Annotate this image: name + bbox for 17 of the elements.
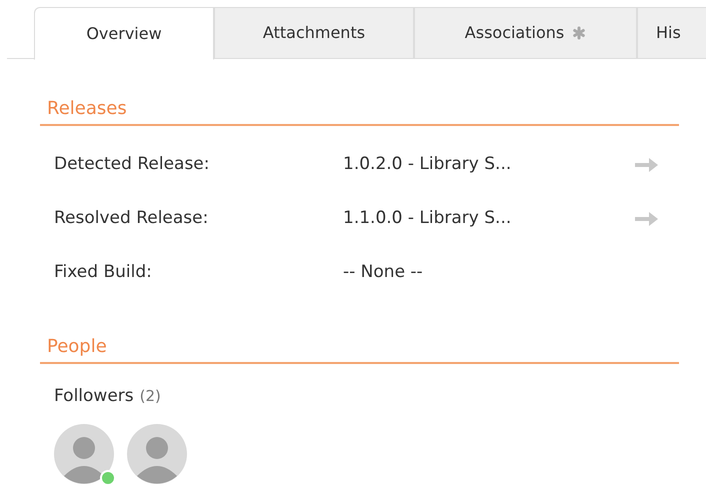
field-label: Fixed Build:: [54, 261, 153, 284]
field-label: Detected Release:: [54, 153, 210, 176]
field-value: 1.0.2.0 - Library S...: [343, 153, 512, 176]
section-heading: Releases: [40, 97, 679, 126]
section-heading: People: [40, 335, 679, 364]
tab[interactable]: Associations: [414, 7, 637, 59]
field-value: 1.1.0.0 - Library S...: [343, 207, 512, 230]
field-value: -- None --: [343, 261, 424, 284]
tab[interactable]: Attachments: [214, 7, 414, 59]
right-arrow-icon[interactable]: [633, 156, 659, 174]
field-label: Resolved Release:: [54, 207, 210, 230]
asterisk-icon: [572, 26, 586, 40]
tab[interactable]: Overview: [34, 7, 214, 60]
right-arrow-icon[interactable]: [633, 210, 659, 228]
tab[interactable]: His: [637, 7, 706, 59]
followers-count: (2): [140, 386, 161, 407]
followers-label: Followers: [54, 385, 134, 408]
